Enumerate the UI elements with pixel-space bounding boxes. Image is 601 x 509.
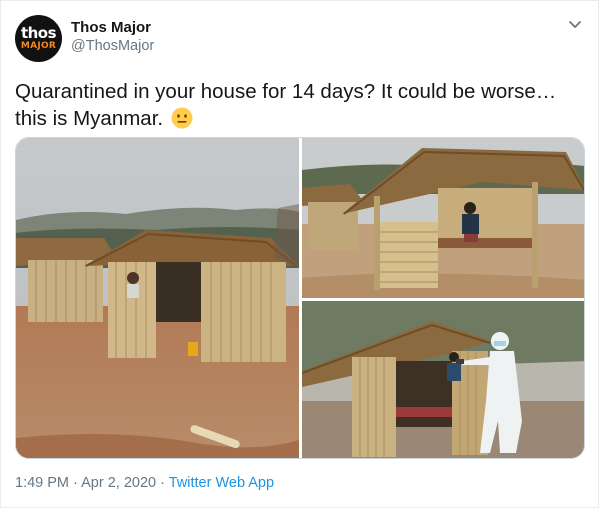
tweet-text-line-2-content: this is Myanmar. [15,107,164,130]
tweet-card: thos MAJOR Thos Major @ThosMajor Quarant… [0,0,599,508]
tweet-meta: 1:49 PM · Apr 2, 2020 · Twitter Web App [15,475,274,491]
author-handle[interactable]: @ThosMajor [71,38,154,54]
chevron-down-icon[interactable] [566,15,584,33]
avatar[interactable]: thos MAJOR [15,15,62,62]
media-grid [15,137,585,459]
author-name[interactable]: Thos Major [71,19,151,36]
photo-3[interactable] [302,301,584,458]
photo-2[interactable] [302,138,584,298]
avatar-logo-text: thos [20,24,57,42]
avatar-logo-subtext: MAJOR [20,41,57,51]
source-app-link[interactable]: Twitter Web App [169,475,274,491]
tweet-time[interactable]: 1:49 PM [15,475,69,491]
meta-separator: · [160,475,165,491]
tweet-date[interactable]: Apr 2, 2020 [81,475,156,491]
neutral-face-icon [171,107,193,129]
photo-1[interactable] [16,138,299,458]
tweet-text-line-2: this is Myanmar. [15,105,585,132]
tweet-text-line-1: Quarantined in your house for 14 days? I… [15,80,557,103]
meta-separator: · [73,475,78,491]
tweet-text: Quarantined in your house for 14 days? I… [15,78,585,132]
